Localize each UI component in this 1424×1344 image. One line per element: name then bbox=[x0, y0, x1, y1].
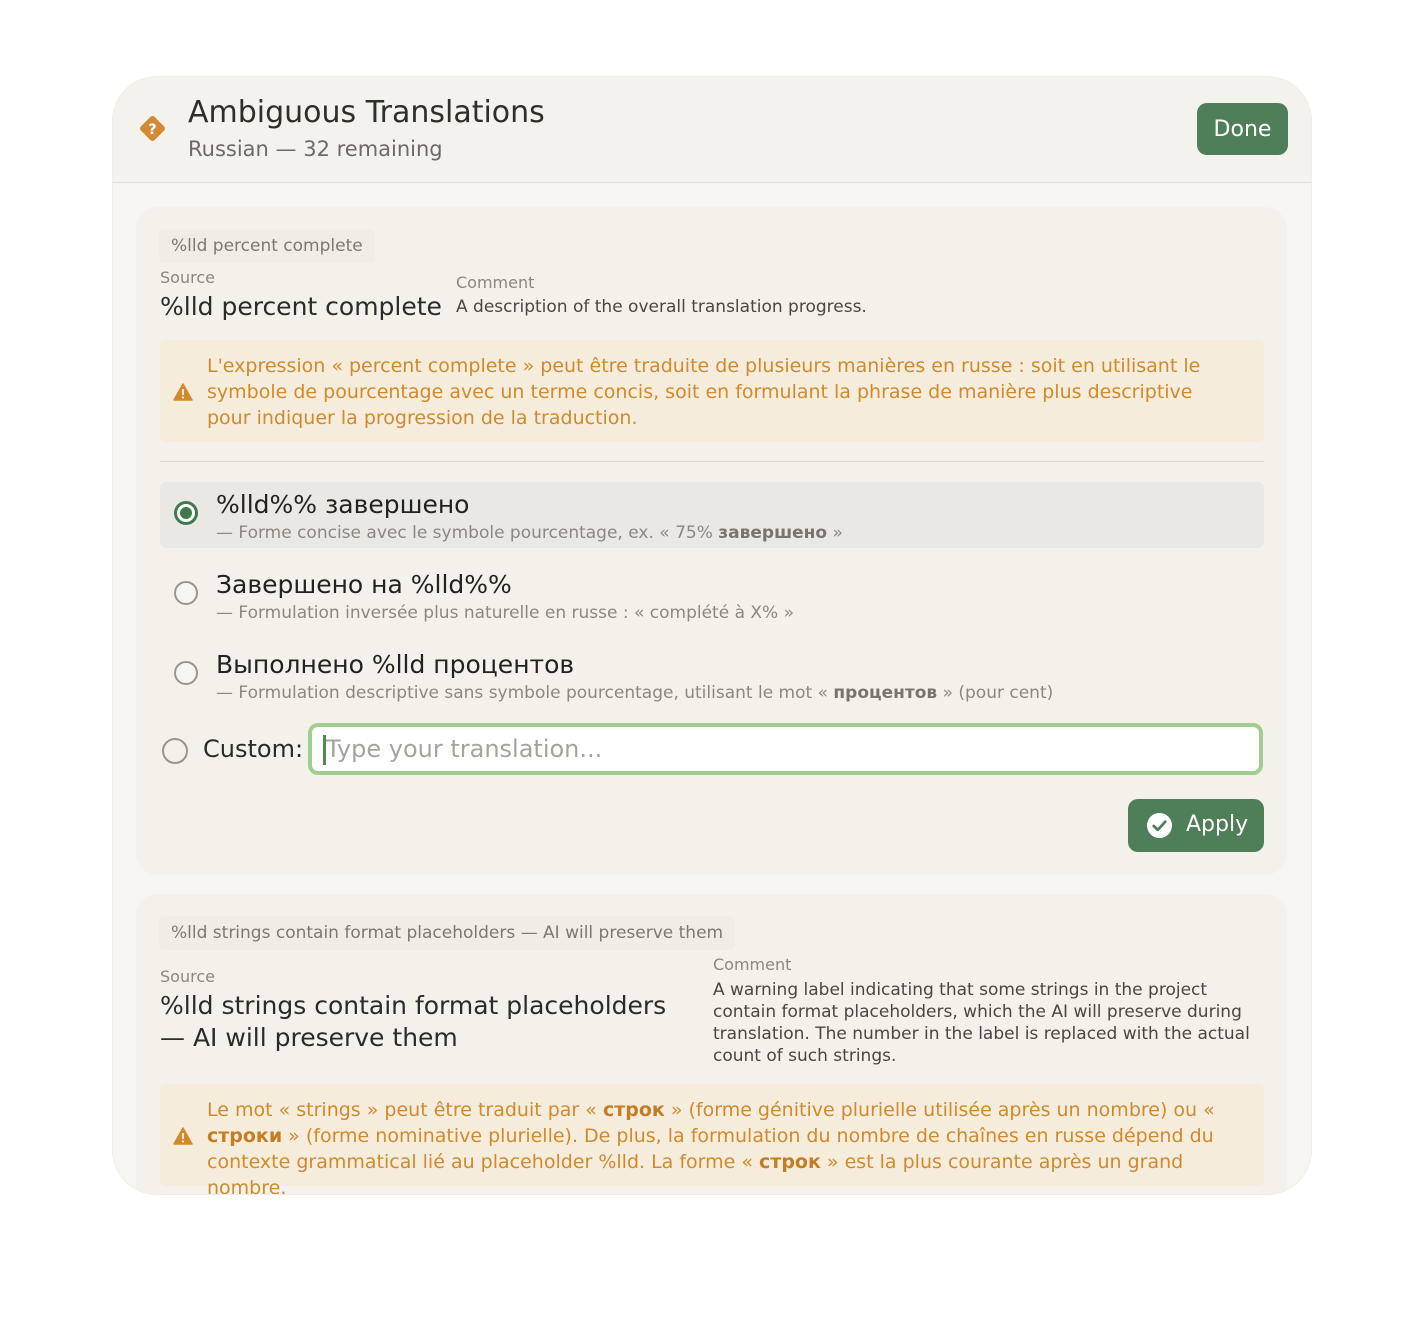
warning-triangle-icon bbox=[173, 383, 193, 401]
option-description: — Formulation descriptive sans symbole p… bbox=[216, 683, 1054, 703]
done-button[interactable]: Done bbox=[1197, 103, 1288, 155]
option-translation: %lld%% завершено bbox=[216, 490, 470, 519]
option-translation: Выполнено %lld процентов bbox=[216, 650, 575, 679]
header: ? Ambiguous Translations Russian — 32 re… bbox=[113, 77, 1311, 183]
warning-text: Le mot « strings » peut être traduit par… bbox=[207, 1099, 1215, 1194]
option-translation: Завершено на %lld%% bbox=[216, 570, 512, 599]
option-2[interactable]: Завершено на %lld%% — Formulation invers… bbox=[160, 562, 1264, 628]
radio-button-selected[interactable] bbox=[174, 501, 198, 525]
ambiguity-warning: Le mot « strings » peut être traduit par… bbox=[160, 1084, 1264, 1194]
apply-button[interactable]: Apply bbox=[1128, 799, 1264, 852]
option-3[interactable]: Выполнено %lld процентов — Formulation d… bbox=[160, 642, 1264, 708]
page-subtitle: Russian — 32 remaining bbox=[188, 137, 443, 161]
source-text: %lld percent complete bbox=[160, 292, 442, 321]
comment-text: A description of the overall translation… bbox=[456, 297, 867, 317]
ambiguity-warning: L'expression « percent complete » peut ê… bbox=[160, 340, 1264, 442]
divider bbox=[160, 461, 1264, 462]
comment-text: A warning label indicating that some str… bbox=[713, 980, 1250, 1066]
translation-card: %lld strings contain format placeholders… bbox=[136, 894, 1287, 1194]
question-diamond-icon: ? bbox=[140, 116, 165, 141]
ambiguous-translations-window: ? Ambiguous Translations Russian — 32 re… bbox=[113, 77, 1311, 1194]
option-1[interactable]: %lld%% завершено — Forme concise avec le… bbox=[160, 482, 1264, 548]
apply-label: Apply bbox=[1186, 812, 1249, 837]
source-label: Source bbox=[160, 268, 215, 287]
custom-radio-button[interactable] bbox=[162, 738, 188, 764]
warning-text: L'expression « percent complete » peut ê… bbox=[207, 355, 1201, 429]
check-circle-icon bbox=[1146, 812, 1173, 839]
option-description: — Formulation inversée plus naturelle en… bbox=[216, 603, 795, 623]
option-description: — Forme concise avec le symbole pourcent… bbox=[216, 523, 843, 543]
radio-button[interactable] bbox=[174, 581, 198, 605]
radio-button[interactable] bbox=[174, 661, 198, 685]
custom-label: Custom: bbox=[203, 735, 304, 763]
comment-label: Comment bbox=[713, 955, 792, 974]
comment-label: Comment bbox=[456, 273, 535, 292]
string-key-tag: %lld strings contain format placeholders… bbox=[159, 916, 736, 950]
source-label: Source bbox=[160, 967, 215, 986]
string-key-tag: %lld percent complete bbox=[159, 229, 375, 263]
warning-triangle-icon bbox=[173, 1127, 193, 1145]
page-title: Ambiguous Translations bbox=[188, 95, 545, 130]
custom-translation-input[interactable] bbox=[308, 723, 1263, 775]
source-text: %lld strings contain format placeholders… bbox=[160, 991, 667, 1052]
translation-card: %lld percent complete Source %lld percen… bbox=[136, 207, 1287, 875]
svg-text:?: ? bbox=[148, 122, 156, 138]
text-caret bbox=[323, 735, 326, 765]
